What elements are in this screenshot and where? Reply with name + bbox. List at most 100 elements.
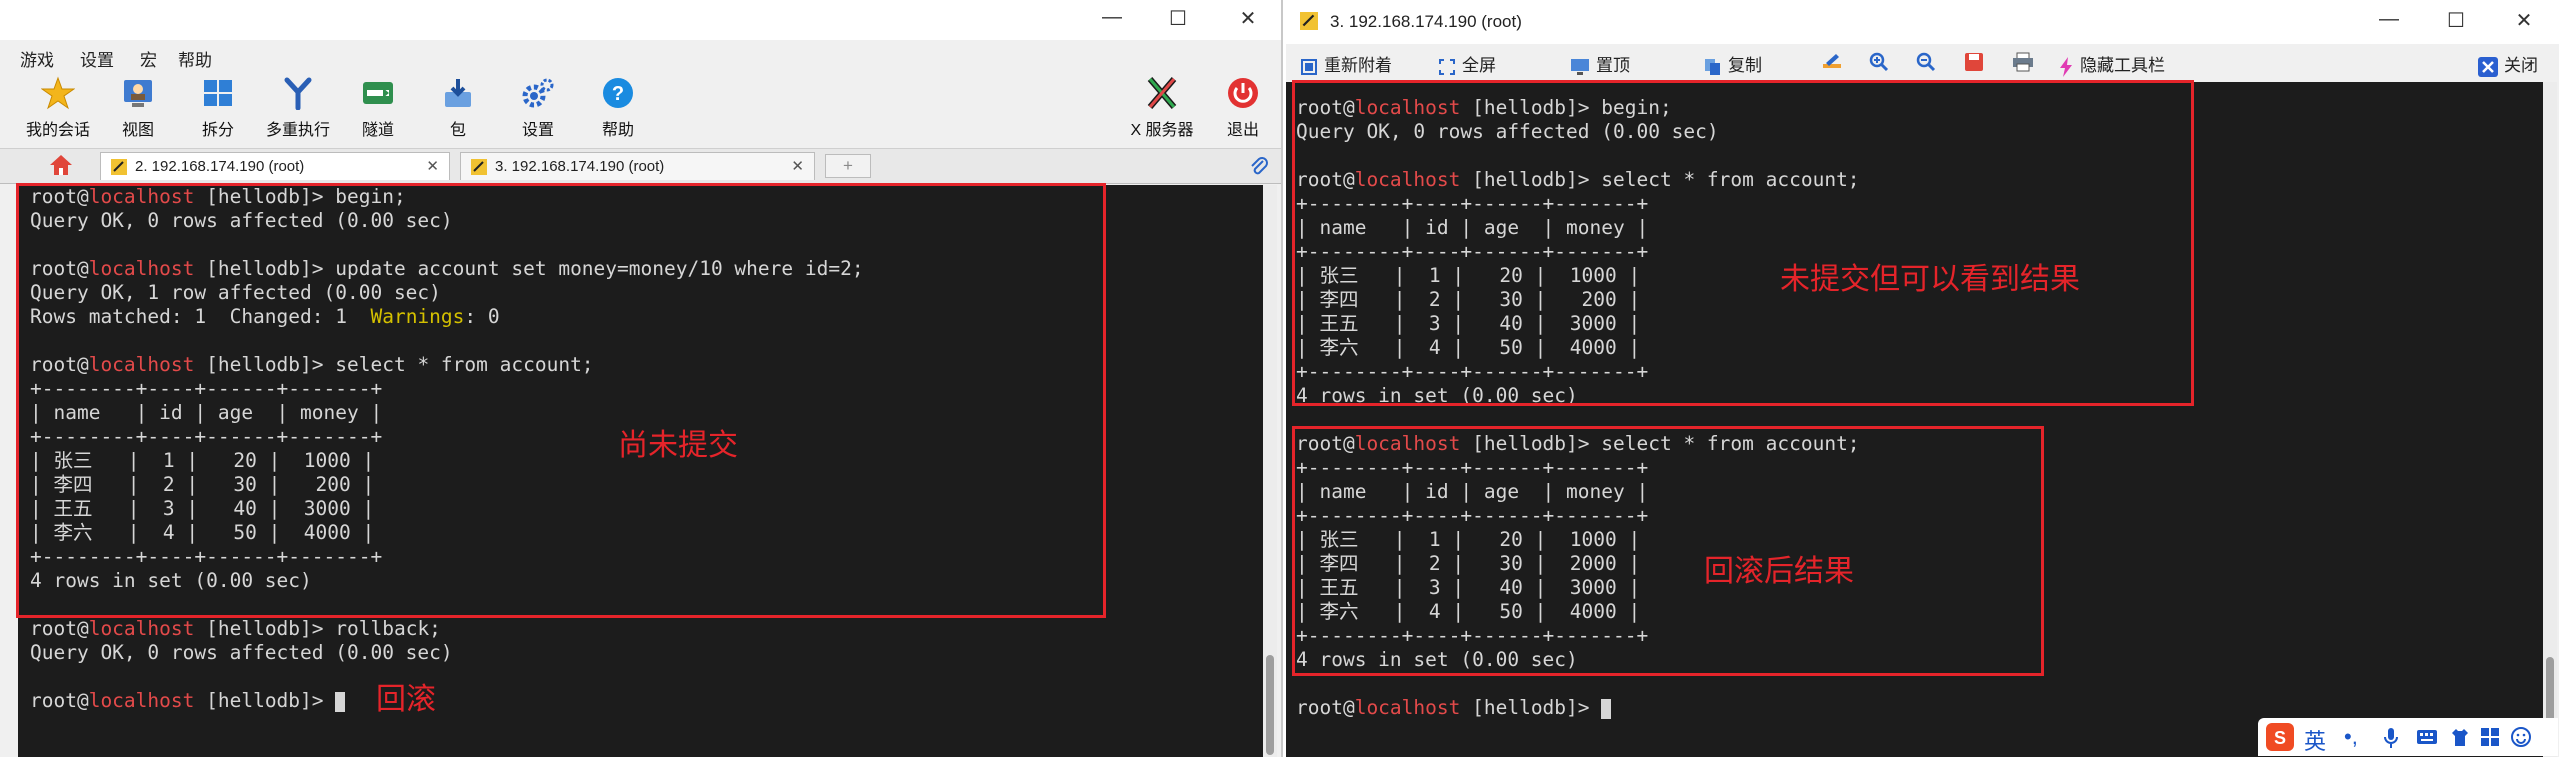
split-label: 拆分 xyxy=(201,122,234,139)
sogou-logo-icon[interactable]: S xyxy=(2266,723,2294,751)
skin-shirt-icon[interactable] xyxy=(2450,727,2470,747)
text-cursor xyxy=(335,691,346,712)
fork-icon xyxy=(284,77,312,110)
annotation-uncommitted: 尚未提交 xyxy=(618,428,738,463)
keyboard-icon[interactable] xyxy=(2416,728,2438,746)
emoji-icon[interactable] xyxy=(2510,726,2532,748)
fullscreen-button[interactable]: 全屏 xyxy=(1438,51,1496,76)
save-icon[interactable] xyxy=(1964,52,1984,72)
help-button[interactable]: ? 帮助 xyxy=(578,76,658,139)
toolbox-grid-icon[interactable] xyxy=(2480,727,2500,747)
terminal-app-icon xyxy=(1300,12,1318,30)
xserver-button[interactable]: X 服务器 xyxy=(1122,76,1202,139)
fullscreen-label: 全屏 xyxy=(1462,56,1496,75)
close-button[interactable]: ✕ xyxy=(1228,6,1268,31)
packages-label: 包 xyxy=(449,122,466,139)
new-tab-button[interactable]: + xyxy=(825,154,871,178)
close-box-icon xyxy=(2478,56,2498,77)
tunnel-icon xyxy=(363,82,393,104)
reattach-button[interactable]: 重新附着 xyxy=(1300,51,1392,76)
menu-settings[interactable]: 设置 xyxy=(80,46,114,71)
left-title-bar: — ☐ ✕ xyxy=(0,0,1281,40)
terminal-line: root@localhost [hellodb]> xyxy=(1296,696,2543,720)
sessions-label: 我的会话 xyxy=(25,122,90,139)
paperclip-icon[interactable] xyxy=(1248,155,1270,177)
copy-button[interactable]: 复制 xyxy=(1704,51,1762,76)
minimize-button[interactable]: — xyxy=(2369,8,2409,31)
tab-close-icon[interactable]: ✕ xyxy=(426,153,439,181)
close-toolbar-button[interactable]: 关闭 xyxy=(2478,51,2538,77)
split-icon xyxy=(204,80,232,106)
package-download-icon xyxy=(445,79,471,107)
split-button[interactable]: 拆分 xyxy=(178,76,258,139)
microphone-icon[interactable] xyxy=(2384,727,2398,749)
multiexec-button[interactable]: 多重执行 xyxy=(258,76,338,139)
zoom-in-icon[interactable] xyxy=(1869,52,1889,72)
view-button[interactable]: 视图 xyxy=(98,76,178,139)
x-server-icon xyxy=(1147,77,1177,109)
star-icon xyxy=(41,76,75,110)
copy-icon xyxy=(1705,58,1720,75)
tab-close-icon[interactable]: ✕ xyxy=(791,153,804,181)
maximize-button[interactable]: ☐ xyxy=(1158,6,1198,31)
menu-help[interactable]: 帮助 xyxy=(178,46,212,71)
tab-session-2[interactable]: 2. 192.168.174.190 (root) ✕ xyxy=(100,152,450,180)
packages-button[interactable]: 包 xyxy=(418,76,498,139)
minimize-button[interactable]: — xyxy=(1092,6,1132,29)
tab-session-3[interactable]: 3. 192.168.174.190 (root) ✕ xyxy=(460,152,815,180)
menu-games[interactable]: 游戏 xyxy=(20,46,54,71)
menu-macros[interactable]: 宏 xyxy=(140,46,157,71)
reattach-label: 重新附着 xyxy=(1324,56,1392,75)
text-cursor xyxy=(1601,698,1612,719)
terminal-line: root@localhost [hellodb]> rollback; xyxy=(30,617,441,640)
xserver-label: X 服务器 xyxy=(1130,122,1194,139)
tab-label: 3. 192.168.174.190 (root) xyxy=(495,158,665,175)
tunnel-button[interactable]: 隧道 xyxy=(338,76,418,139)
view-icon xyxy=(124,80,152,107)
pin-on-top-label: 置顶 xyxy=(1596,56,1630,75)
close-toolbar-label: 关闭 xyxy=(2504,56,2538,75)
hide-toolbar-label: 隐藏工具栏 xyxy=(2080,56,2165,75)
pin-on-top-button[interactable]: 置顶 xyxy=(1570,51,1630,76)
terminal-tab-icon xyxy=(111,159,127,175)
ime-toolbar: S 英 •, xyxy=(2258,718,2558,756)
right-scrollbar[interactable] xyxy=(2543,82,2557,757)
mobaxterm-window: — ☐ ✕ 游戏 设置 宏 帮助 我的会话 视图 拆分 多重执行 隧道 包 设置… xyxy=(0,0,1283,757)
highlight-box-visible xyxy=(1292,80,2194,406)
scrollbar-thumb[interactable] xyxy=(1266,655,1274,755)
tunnel-label: 隧道 xyxy=(361,122,394,139)
home-icon xyxy=(50,155,72,175)
monitor-icon xyxy=(1571,58,1589,75)
annotation-rollback: 回滚 xyxy=(376,682,436,717)
hide-toolbar-button[interactable]: 隐藏工具栏 xyxy=(2058,51,2165,77)
exit-label: 退出 xyxy=(1226,122,1259,139)
close-button[interactable]: ✕ xyxy=(2504,8,2544,33)
window-title: 3. 192.168.174.190 (root) xyxy=(1330,12,1522,31)
settings-label: 设置 xyxy=(521,122,554,139)
settings-button[interactable]: 设置 xyxy=(498,76,578,139)
printer-icon[interactable] xyxy=(2012,52,2034,72)
annotation-uncommitted-visible: 未提交但可以看到结果 xyxy=(1780,262,2080,297)
tab-label: 2. 192.168.174.190 (root) xyxy=(135,158,305,175)
highlight-box-uncommitted xyxy=(16,183,1106,618)
right-title-bar: 3. 192.168.174.190 (root) — ☐ ✕ xyxy=(1286,0,2559,44)
exit-button[interactable]: 退出 xyxy=(1203,76,1281,139)
ime-punctuation-toggle[interactable]: •, xyxy=(2344,724,2358,750)
lightning-icon xyxy=(2060,56,2072,77)
terminal-line: Query OK, 0 rows affected (0.00 sec) xyxy=(30,641,453,664)
ime-mode-toggle[interactable]: 英 xyxy=(2304,724,2326,756)
terminal-tab-icon xyxy=(471,159,487,175)
session-tabbar: 2. 192.168.174.190 (root) ✕ 3. 192.168.1… xyxy=(0,148,1281,184)
sessions-button[interactable]: 我的会话 xyxy=(18,76,98,139)
edit-icon[interactable] xyxy=(1822,52,1842,70)
power-icon xyxy=(1228,78,1258,108)
left-scrollbar[interactable] xyxy=(1263,185,1277,757)
zoom-out-icon[interactable] xyxy=(1916,52,1936,72)
home-tab[interactable] xyxy=(48,153,82,179)
multiexec-label: 多重执行 xyxy=(265,122,330,139)
maximize-button[interactable]: ☐ xyxy=(2436,8,2476,33)
detached-terminal-window: 3. 192.168.174.190 (root) — ☐ ✕ 重新附着 全屏 … xyxy=(1286,0,2559,757)
reattach-icon xyxy=(1301,58,1317,75)
svg-text:S: S xyxy=(2274,728,2286,748)
